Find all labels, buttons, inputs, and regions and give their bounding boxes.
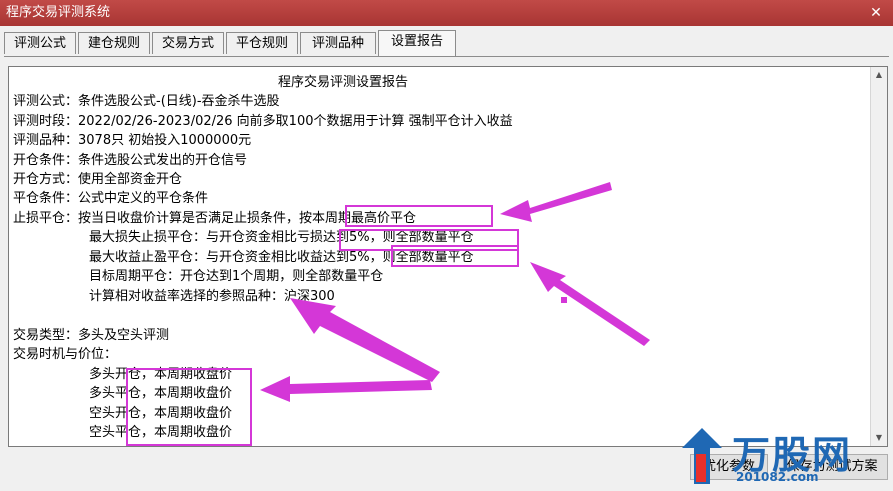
tab-formula[interactable]: 评测公式 <box>4 32 76 54</box>
watermark-domain: 201082.com <box>736 470 819 484</box>
highlight-box-timing <box>126 368 252 446</box>
vertical-scrollbar[interactable]: ▲ ▼ <box>870 67 887 446</box>
report-line-formula: 评测公式：条件选股公式-(日线)-吞金杀牛选股 <box>13 94 280 109</box>
report-line-close-condition: 平仓条件：公式中定义的平仓条件 <box>13 191 209 206</box>
tab-close-rules[interactable]: 平仓规则 <box>226 32 298 54</box>
scroll-up-icon[interactable]: ▲ <box>871 67 887 83</box>
tab-trade-mode[interactable]: 交易方式 <box>152 32 224 54</box>
report-title: 程序交易评测设置报告 <box>277 75 408 90</box>
close-icon[interactable]: ✕ <box>859 0 893 26</box>
tab-divider <box>4 56 889 57</box>
scroll-down-icon[interactable]: ▼ <box>871 430 887 446</box>
highlight-box-stop-loss <box>345 205 493 227</box>
arrow-logo-icon <box>682 428 722 484</box>
report-line-trade-type: 交易类型：多头及空头评测 <box>13 328 170 343</box>
title-bar: 程序交易评测系统 ✕ <box>0 0 893 26</box>
report-line-period: 评测时段：2022/02/26-2023/02/26 向前多取100个数据用于计… <box>13 114 513 129</box>
report-line-target-period: 目标周期平仓：开仓达到1个周期，则全部数量平仓 <box>89 269 384 284</box>
report-line-symbols: 评测品种：3078只 初始投入1000000元 <box>13 133 252 148</box>
tab-symbols[interactable]: 评测品种 <box>300 32 376 54</box>
report-line-open-condition: 开仓条件：条件选股公式发出的开仓信号 <box>13 153 248 168</box>
tab-report[interactable]: 设置报告 <box>378 30 456 56</box>
report-line-timing: 交易时机与价位： <box>13 347 118 362</box>
report-line-open-mode: 开仓方式：使用全部资金开仓 <box>13 172 183 187</box>
tab-open-rules[interactable]: 建仓规则 <box>78 32 150 54</box>
window-title: 程序交易评测系统 <box>6 5 111 20</box>
watermark-logo: 万股网 201082.com <box>676 424 866 488</box>
report-line-benchmark: 计算相对收益率选择的参照品种：沪深300 <box>89 289 335 304</box>
highlight-box-max-profit <box>391 245 519 267</box>
